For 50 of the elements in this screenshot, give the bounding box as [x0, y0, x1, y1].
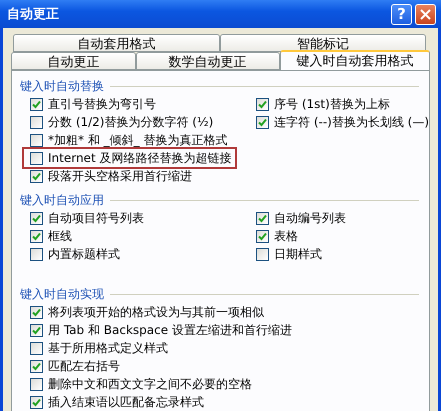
checkbox[interactable]: [30, 396, 43, 408]
checkbox-option[interactable]: 将列表项开始的格式设为与其前一项相似: [30, 303, 264, 321]
checkbox-option[interactable]: 日期样式: [256, 245, 322, 263]
close-button[interactable]: [415, 4, 436, 24]
checkbox[interactable]: [256, 98, 269, 110]
checkbox-option[interactable]: 自动项目符号列表: [30, 209, 144, 227]
group-title: 键入时自动替换: [20, 78, 104, 94]
checkbox[interactable]: [256, 116, 269, 128]
tab[interactable]: 智能标记: [220, 34, 426, 52]
tab[interactable]: 自动更正: [11, 52, 136, 70]
checkbox-option[interactable]: 连字符 (--)替换为长划线 (—): [256, 113, 430, 131]
checkbox-option[interactable]: *加粗* 和 _倾斜_ 替换为真正格式: [30, 131, 228, 149]
checkbox-option[interactable]: 框线: [30, 227, 72, 245]
checkbox[interactable]: [30, 342, 43, 354]
checkbox[interactable]: [30, 212, 43, 224]
checkbox[interactable]: [30, 248, 43, 260]
checkbox[interactable]: [30, 152, 43, 164]
tab[interactable]: 自动套用格式: [13, 34, 220, 52]
checkbox[interactable]: [30, 306, 43, 318]
help-button[interactable]: ?: [391, 4, 412, 24]
checkbox-option[interactable]: 表格: [256, 227, 298, 245]
checkbox-option[interactable]: 分数 (1/2)替换为分数字符 (½): [30, 113, 214, 131]
checkbox[interactable]: [256, 230, 269, 242]
tab[interactable]: 数学自动更正: [136, 52, 280, 70]
checkbox-option[interactable]: 内置标题样式: [30, 245, 120, 263]
checkbox[interactable]: [30, 324, 43, 336]
checkbox[interactable]: [30, 230, 43, 242]
tab[interactable]: 键入时自动套用格式: [280, 50, 430, 70]
group-title: 键入时自动应用: [20, 192, 104, 208]
checkbox-option[interactable]: 用 Tab 和 Backspace 设置左缩进和首行缩进: [30, 321, 292, 339]
checkbox-option[interactable]: 匹配左右括号: [30, 357, 120, 375]
checkbox[interactable]: [30, 360, 43, 372]
close-icon: [420, 8, 431, 20]
checkbox[interactable]: [30, 378, 43, 390]
group-title: 键入时自动实现: [20, 286, 104, 302]
checkbox[interactable]: [256, 248, 269, 260]
checkbox[interactable]: [30, 116, 43, 128]
checkbox-option[interactable]: 段落开头空格采用首行缩进: [30, 167, 192, 185]
window-title: 自动更正: [7, 6, 60, 23]
highlighted-checkbox-option[interactable]: Internet 及网络路径替换为超链接: [24, 149, 236, 167]
checkbox-option[interactable]: 插入结束语以匹配备忘录样式: [30, 393, 204, 411]
checkbox-option[interactable]: 自动编号列表: [256, 209, 346, 227]
checkbox[interactable]: [30, 134, 43, 146]
checkbox-option[interactable]: 删除中文和西文文字之间不必要的空格: [30, 375, 252, 393]
checkbox[interactable]: [30, 98, 43, 110]
checkbox-option[interactable]: 基于所用格式定义样式: [30, 339, 168, 357]
checkbox[interactable]: [256, 212, 269, 224]
checkbox-option[interactable]: 直引号替换为弯引号: [30, 95, 156, 113]
checkbox[interactable]: [30, 170, 43, 182]
checkbox-option[interactable]: 序号 (1st)替换为上标: [256, 95, 390, 113]
